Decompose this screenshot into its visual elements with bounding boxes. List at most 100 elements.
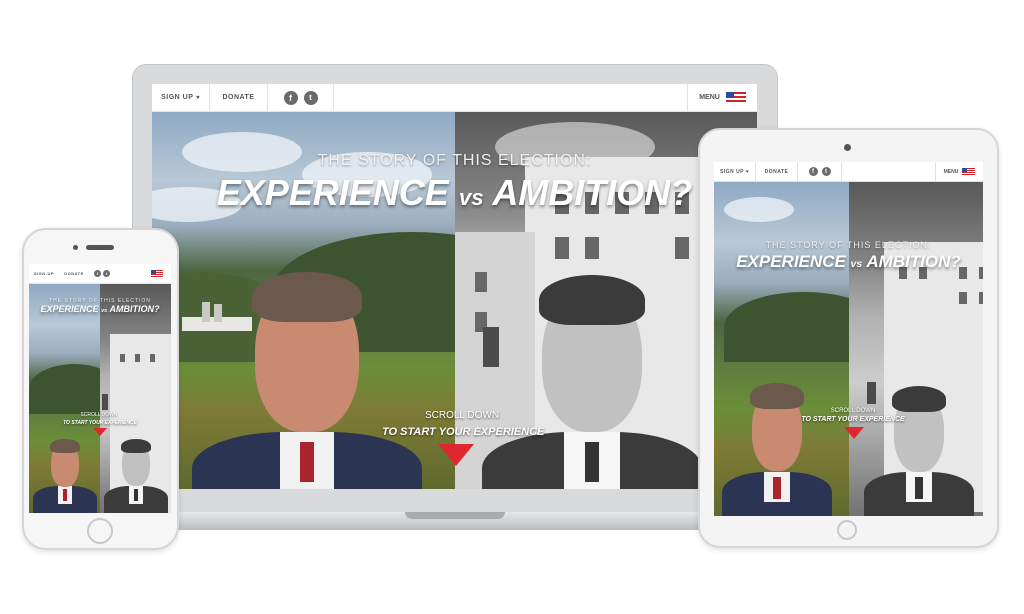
signup-label: SIGN UP [161, 94, 194, 101]
candidate-left [192, 262, 422, 489]
window [120, 354, 125, 362]
phone-speaker [86, 245, 114, 250]
headline-ambition: AMBITION? [866, 252, 961, 271]
window [978, 292, 983, 304]
chevron-down-icon: ▾ [746, 168, 750, 175]
headline-experience: EXPERIENCE [40, 304, 99, 314]
hill [29, 364, 100, 414]
laptop-nav: SIGN UP ▾ DONATE f t MENU [152, 84, 757, 112]
headline-experience: EXPERIENCE [736, 252, 846, 271]
candidate-left [33, 434, 97, 513]
laptop-site: THE STORY OF THIS ELECTION: EXPERIENCE v… [152, 84, 757, 489]
scroll-heart-icon[interactable] [844, 427, 864, 439]
tie [300, 442, 314, 482]
hill [724, 292, 849, 362]
hero-headline: EXPERIENCE vs AMBITION? [152, 172, 757, 214]
facebook-icon[interactable]: f [283, 90, 298, 105]
window [584, 237, 599, 259]
headline-vs: vs [101, 308, 108, 314]
tablet-home-button[interactable] [837, 520, 857, 540]
laptop-notch [405, 512, 505, 519]
signup-label: SIGN UP [719, 168, 745, 175]
social-links: f t [89, 264, 115, 283]
window [958, 292, 967, 304]
hero-kicker: THE STORY OF THIS ELECTION: [317, 152, 592, 169]
twitter-icon[interactable]: t [103, 270, 110, 277]
cloud [724, 197, 794, 222]
hero-kicker: THE STORY OF THIS ELECTION: [765, 240, 932, 250]
social-links: f t [268, 84, 334, 111]
tie [63, 489, 67, 501]
facebook-icon[interactable]: f [808, 167, 818, 176]
headline-ambition: AMBITION? [492, 172, 693, 213]
twitter-icon[interactable]: t [821, 167, 831, 176]
headline-experience: EXPERIENCE [216, 172, 449, 213]
menu-label: MENU [699, 94, 720, 101]
tablet-hero: THE STORY OF THIS ELECTION: EXPERIENCE v… [714, 182, 983, 516]
us-flag-icon [151, 270, 163, 277]
window [674, 237, 689, 259]
hair [121, 439, 151, 453]
hair [252, 272, 362, 322]
tablet-screen: THE STORY OF THIS ELECTION: EXPERIENCE v… [714, 162, 983, 516]
facebook-icon[interactable]: f [94, 270, 101, 277]
hair [50, 439, 80, 453]
tie [915, 477, 923, 499]
headline-vs: vs [458, 185, 484, 210]
start-experience-link[interactable]: TO START YOUR EXPERIENCE [54, 420, 146, 426]
menu-button[interactable]: MENU [935, 162, 983, 181]
tablet-camera [844, 144, 851, 151]
menu-button[interactable] [143, 264, 171, 283]
traffic-light [102, 394, 108, 410]
phone-site: THE STORY OF THIS ELECTION EXPERIENCE vs… [29, 264, 171, 513]
candidate-right [482, 267, 702, 489]
hair [539, 275, 645, 325]
hair [892, 386, 946, 412]
tie [134, 489, 138, 501]
signup-menu[interactable]: SIGN-UP [29, 264, 59, 283]
phone-hero: THE STORY OF THIS ELECTION EXPERIENCE vs… [29, 284, 171, 513]
us-flag-icon [725, 92, 746, 103]
scroll-heart-icon[interactable] [438, 444, 474, 466]
tablet-nav: SIGN UP ▾ DONATE f t MENU [714, 162, 983, 182]
hero-headline: EXPERIENCE vs AMBITION? [714, 252, 983, 272]
tie [773, 477, 781, 499]
menu-label: MENU [943, 168, 959, 175]
donate-link[interactable]: DONATE [210, 84, 268, 111]
us-flag-icon [962, 168, 976, 175]
phone-camera [73, 245, 78, 250]
twitter-icon[interactable]: t [303, 90, 318, 105]
candidate-left [722, 377, 832, 516]
chevron-down-icon: ▾ [196, 95, 200, 101]
signup-menu[interactable]: SIGN UP ▾ [152, 84, 210, 111]
laptop-screen: THE STORY OF THIS ELECTION: EXPERIENCE v… [152, 84, 757, 489]
tablet-site: THE STORY OF THIS ELECTION: EXPERIENCE v… [714, 162, 983, 516]
hair [750, 383, 804, 409]
scroll-down-label: SCROLL DOWN [80, 412, 118, 418]
scroll-heart-icon[interactable] [93, 428, 107, 436]
tie [585, 442, 599, 482]
signup-menu[interactable]: SIGN UP ▾ [714, 162, 756, 181]
start-experience-link[interactable]: TO START YOUR EXPERIENCE [798, 416, 908, 423]
social-links: f t [798, 162, 842, 181]
phone-home-button[interactable] [87, 518, 113, 544]
headline-vs: vs [850, 258, 863, 270]
laptop-hero: THE STORY OF THIS ELECTION: EXPERIENCE v… [152, 112, 757, 489]
candidate-right [104, 436, 168, 513]
donate-link[interactable]: DONATE [756, 162, 798, 181]
phone-screen: THE STORY OF THIS ELECTION EXPERIENCE vs… [29, 264, 171, 513]
menu-button[interactable]: MENU [687, 84, 757, 111]
scroll-down-label: SCROLL DOWN [424, 410, 500, 421]
headline-ambition: AMBITION? [109, 304, 160, 314]
window [135, 354, 140, 362]
window [554, 237, 569, 259]
start-experience-link[interactable]: TO START YOUR EXPERIENCE [382, 426, 544, 438]
hero-headline: EXPERIENCE vs AMBITION? [29, 304, 171, 314]
phone-nav: SIGN-UP DONATE f t [29, 264, 171, 284]
window [150, 354, 155, 362]
donate-link[interactable]: DONATE [59, 264, 89, 283]
scroll-down-label: SCROLL DOWN [830, 408, 876, 414]
